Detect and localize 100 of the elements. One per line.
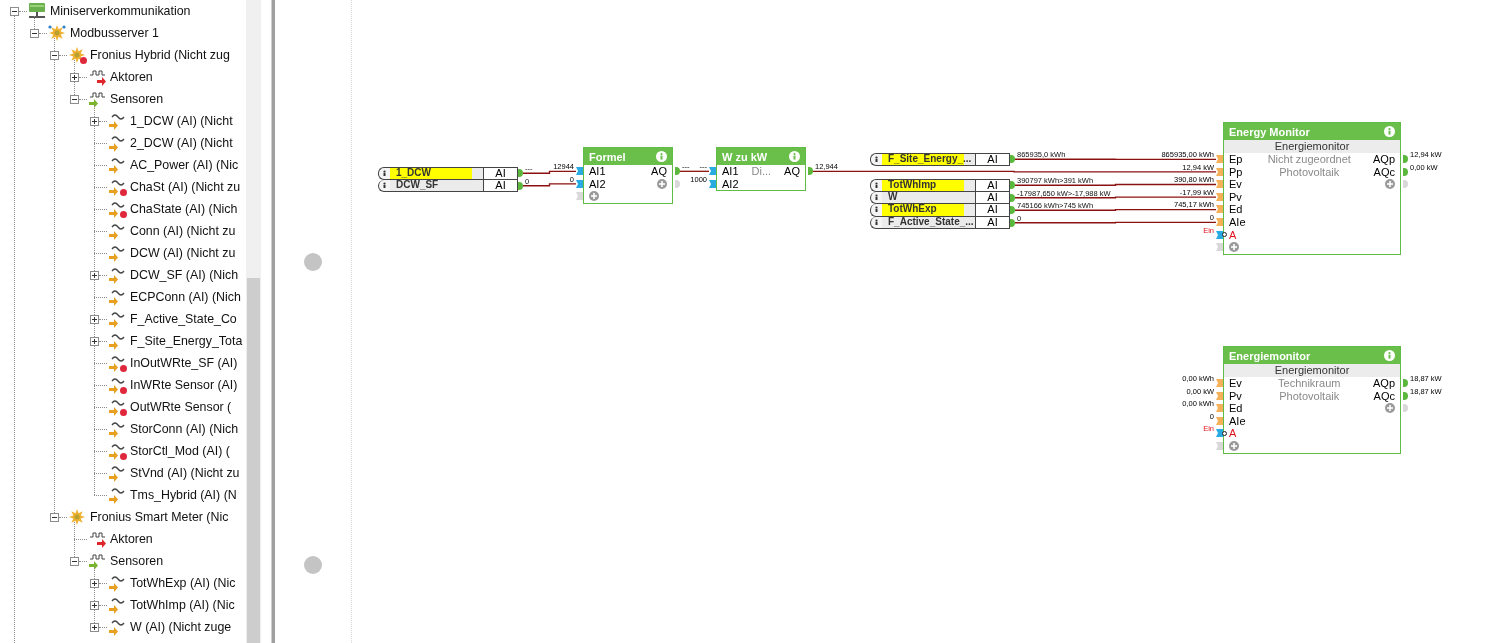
input-label: Ev [1229,377,1242,390]
output-port[interactable] [808,167,813,175]
wave-arrow-icon [107,618,127,636]
pulse-arrow-icon [87,552,107,570]
tree-item[interactable]: TotWhExp (AI) (Nic [130,576,236,590]
tree-item[interactable]: Miniserverkommunikation [50,4,191,18]
tree-item[interactable]: StorCtl_Mod (AI) ( [130,444,230,458]
tree-item[interactable]: F_Active_State_Co [130,312,237,326]
wave-arrow-icon [107,266,127,284]
wave-arrow-icon [107,134,127,152]
collapse-toggle[interactable] [50,512,59,522]
wave-arrow-icon [107,596,127,614]
pulse-arrow-icon [87,90,107,108]
tree-item[interactable]: OutWRte Sensor ( [130,400,232,414]
collapse-toggle[interactable] [10,6,19,16]
info-icon[interactable] [872,154,881,164]
tree-item[interactable]: TotWhImp (AI) (Nic [130,598,235,612]
tree-item[interactable]: AC_Power (AI) (Nic [130,158,239,172]
tree-item[interactable]: 2_DCW (AI) (Nicht [130,136,233,150]
add-icon[interactable] [1229,441,1239,452]
input-name: TotWhImp [882,179,975,192]
round-handle[interactable] [304,253,322,271]
wave-arrow-icon [107,332,127,350]
input-name: 1_DCW [390,167,483,180]
tree-item[interactable]: Tms_Hybrid (AI) (N [130,488,237,502]
wave-arrow-icon [107,574,127,592]
tree-item[interactable]: InOutWRte_SF (AI) [130,356,238,370]
tree-item[interactable]: ChaSt (AI) (Nicht zu [130,180,241,194]
info-icon[interactable] [872,180,881,190]
info-icon[interactable] [872,205,881,215]
input-label: Ep [1229,153,1243,166]
output-port[interactable] [1010,155,1015,163]
tree-item[interactable]: ChaState (AI) (Nich [130,202,238,216]
info-icon[interactable] [872,217,881,227]
block-title: Formel [589,150,626,163]
splitter[interactable] [271,0,275,643]
tree-item[interactable]: InWRte Sensor (AI) [130,378,238,392]
connection-line[interactable] [1014,221,1217,224]
expand-toggle[interactable] [90,314,99,324]
collapse-toggle[interactable] [30,28,39,38]
collapse-toggle[interactable] [70,556,79,566]
pulse-arrow-icon [87,530,107,548]
function-block[interactable]: Formel AI1 AI2 AQ [583,147,673,204]
connection-line[interactable] [678,170,710,172]
block-title: Energy Monitor [1229,125,1310,138]
output-label: AQp [1373,153,1395,166]
expand-toggle[interactable] [90,336,99,346]
function-block[interactable]: W zu kW AI1 AI2 Di... AQ [716,147,806,192]
tree-item[interactable]: Aktoren [110,532,153,546]
tree-item[interactable]: F_Site_Energy_Tota [130,334,243,348]
add-icon[interactable] [1385,403,1395,414]
tree-item[interactable]: Sensoren [110,554,164,568]
function-block[interactable]: Energy Monitor Energiemonitor Ep Pp Ev Pv Ed AIe A Nicht zugeordnet Photovoltaik AQp AQc [1223,122,1401,255]
tree-item[interactable]: Conn (AI) (Nicht zu [130,224,236,238]
input-label: AI2 [722,177,739,191]
scrollbar-thumb[interactable] [247,278,261,643]
tree-item[interactable]: 1_DCW (AI) (Nicht [130,114,233,128]
output-label: AQc [1373,165,1395,179]
tree-item[interactable]: DCW (AI) (Nicht zu [130,246,236,260]
output-label: AQc [1373,389,1395,403]
connection-line[interactable] [811,170,1217,173]
expand-toggle[interactable] [90,270,99,280]
wave-arrow-icon [107,222,127,240]
tree-item[interactable]: Modbusserver 1 [70,26,159,40]
tree-item[interactable]: ECPConn (AI) (Nich [130,290,241,304]
info-icon[interactable] [380,168,389,178]
tree-item[interactable]: Aktoren [110,70,153,84]
expand-toggle[interactable] [90,600,99,610]
tree-item[interactable]: Fronius Smart Meter (Nic [90,510,229,524]
tree-item[interactable]: StVnd (AI) (Nicht zu [130,466,240,480]
output-label: AQ [784,165,800,178]
info-icon[interactable] [872,192,881,202]
input-label: AIe [1229,414,1246,428]
info-icon[interactable] [380,180,389,190]
connection-line[interactable] [1014,209,1217,211]
round-handle[interactable] [304,556,322,574]
star-icon [67,508,87,526]
connection-line[interactable] [1014,183,1217,186]
type-label: AI [975,204,1010,217]
tree-item[interactable]: W (AI) (Nicht zuge [130,620,232,634]
connection-line[interactable] [522,183,577,187]
connection-line[interactable] [522,170,577,174]
add-icon[interactable] [657,178,667,189]
tree-item[interactable]: Sensoren [110,92,164,106]
connection-line[interactable] [1014,196,1217,199]
collapse-toggle[interactable] [50,50,59,60]
tree-item[interactable]: StorConn (AI) (Nich [130,422,239,436]
expand-toggle[interactable] [70,72,79,82]
connection-line[interactable] [1014,158,1217,160]
add-icon[interactable] [1385,179,1395,190]
function-block[interactable]: Energiemonitor Energiemonitor Ev Pv Ed AIe A Technikraum Photovoltaik AQp AQc [1223,346,1401,454]
expand-toggle[interactable] [90,116,99,126]
tree-item[interactable]: Fronius Hybrid (Nicht zug [90,48,230,62]
tree-item[interactable]: DCW_SF (AI) (Nich [130,268,239,282]
input-label: Ed [1229,402,1243,415]
expand-toggle[interactable] [90,578,99,588]
collapse-toggle[interactable] [70,94,79,104]
add-icon[interactable] [589,191,599,202]
expand-toggle[interactable] [90,622,99,632]
add-icon[interactable] [1229,242,1239,253]
